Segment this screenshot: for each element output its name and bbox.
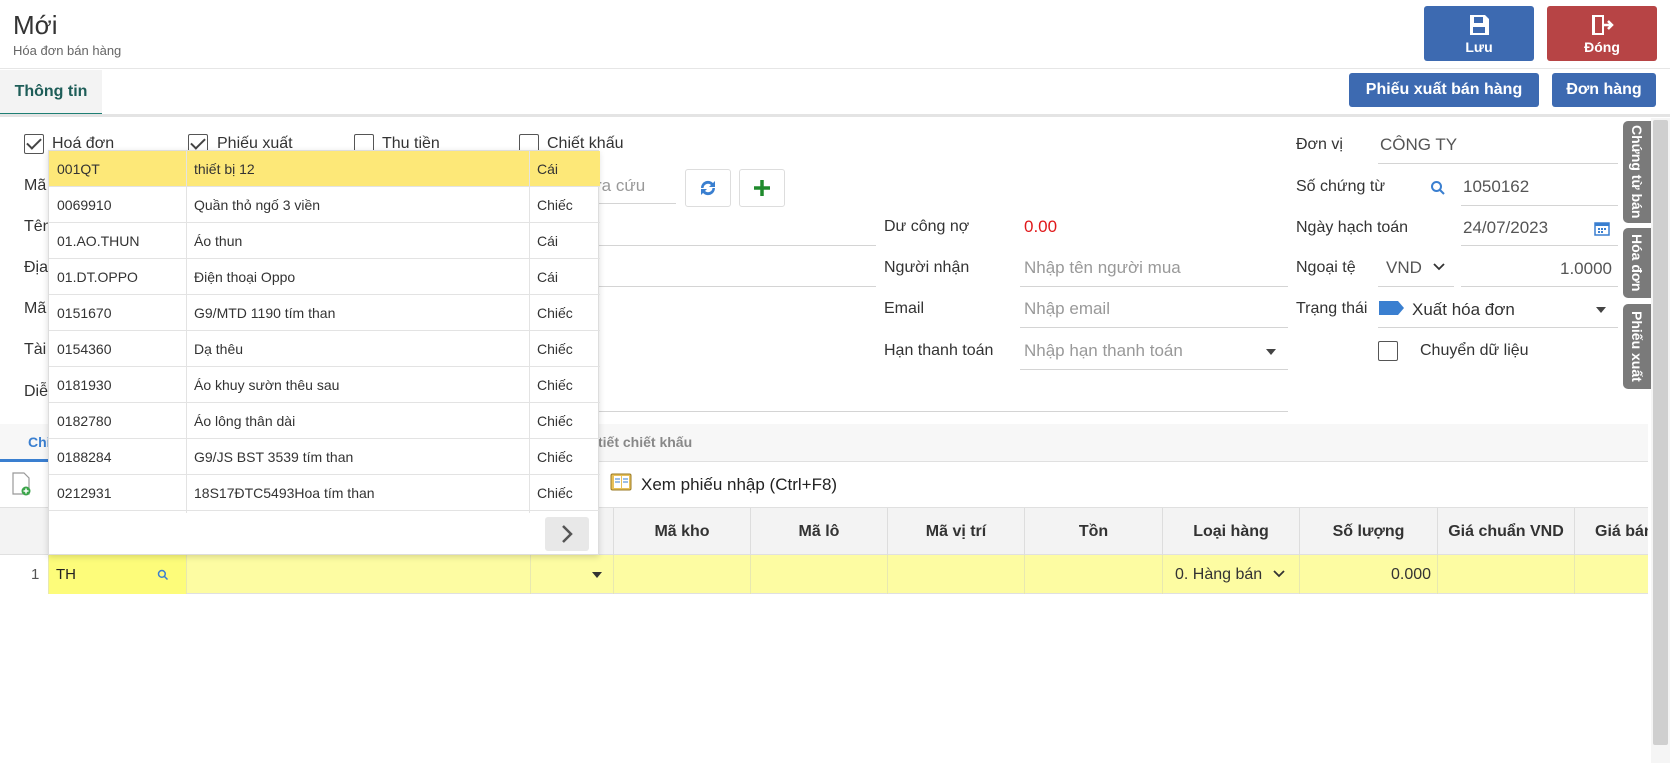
side-tab-phieu-xuat[interactable]: Phiếu xuất (1623, 304, 1651, 389)
list-item[interactable]: 0151670 G9/MTD 1190 tím than Chiếc (49, 295, 600, 331)
col-so-luong[interactable]: Số lượng (1299, 508, 1437, 556)
header-divider (0, 68, 1670, 69)
loai-hang-chevron-icon[interactable] (1273, 570, 1285, 578)
book-icon (610, 473, 632, 491)
ngoai-te-label: Ngoại tệ (1296, 259, 1356, 276)
loai-hang-select[interactable]: 0. Hàng bán (1175, 566, 1262, 584)
view-import-button[interactable]: Xem phiếu nhập (Ctrl+F8) (641, 475, 837, 495)
nguoi-nhan-input[interactable]: Nhập tên người mua (1024, 258, 1181, 278)
left-label-dia: Địa (24, 259, 49, 276)
ngay-hach-toan-value[interactable]: 24/07/2023 (1463, 218, 1548, 238)
lookup-placeholder[interactable]: ra cứu (596, 176, 645, 196)
don-vi-value[interactable]: CÔNG TY (1380, 135, 1457, 155)
item-code-input[interactable]: TH (56, 566, 76, 583)
list-item[interactable]: 0154360 Dạ thêu Chiếc (49, 331, 600, 367)
tab-chiet-khau[interactable]: tiết chiết khấu (598, 434, 692, 450)
col-ma-lo[interactable]: Mã lô (750, 508, 887, 556)
left-label-ma2: Mã (24, 300, 47, 317)
col-ma-kho[interactable]: Mã kho (613, 508, 750, 556)
list-item[interactable]: 0182780 Áo lông thân dài Chiếc (49, 403, 600, 439)
du-cong-no-value: 0.00 (1024, 217, 1058, 236)
tabbar-divider (0, 114, 1670, 117)
side-tab-hoa-don[interactable]: Hóa đơn (1623, 228, 1651, 298)
new-row-icon[interactable] (11, 472, 33, 496)
trang-thai-caret-icon[interactable] (1596, 307, 1606, 313)
email-label: Email (884, 300, 925, 317)
left-label-ma: Mã (24, 177, 47, 194)
ty-gia-value[interactable]: 1.0000 (1560, 259, 1612, 279)
list-item[interactable]: 001QT thiết bị 12 Cái (49, 151, 600, 187)
row-search-icon[interactable] (157, 569, 169, 581)
left-label-dien: Diễ (24, 383, 49, 400)
list-item[interactable]: 0212931 18S17ĐTC5493Hoa tím than Chiếc (49, 475, 600, 511)
chevron-right-icon (562, 525, 573, 543)
don-vi-label: Đơn vị (1296, 136, 1343, 153)
hoa-don-checkbox[interactable] (24, 134, 44, 154)
tag-icon (1379, 301, 1404, 315)
col-ma-vi-tri[interactable]: Mã vị trí (887, 508, 1024, 556)
col-gia-ban[interactable]: Giá bán (1574, 508, 1648, 556)
du-cong-no-label: Dư công nợ (884, 218, 970, 235)
add-button[interactable] (739, 169, 785, 207)
exit-icon (1592, 14, 1614, 35)
save-label: Lưu (1465, 38, 1493, 55)
unit-caret-icon[interactable] (592, 572, 602, 578)
han-thanh-toan-caret-icon[interactable] (1266, 349, 1276, 355)
col-loai-hang[interactable]: Loại hàng (1162, 508, 1299, 556)
table-row[interactable]: 1 TH 0. Hàng bán 0.000 (0, 555, 1648, 594)
so-chung-tu-value[interactable]: 1050162 (1463, 177, 1529, 197)
list-item[interactable]: 0181930 Áo khuy sườn thêu sau Chiếc (49, 367, 600, 403)
plus-icon (754, 180, 770, 196)
save-icon (1470, 14, 1489, 35)
email-input[interactable]: Nhập email (1024, 299, 1110, 319)
page-subtitle: Hóa đơn bán hàng (13, 43, 122, 58)
item-lookup-dropdown[interactable]: 001QT thiết bị 12 Cái 0069910 Quần thỏ ngố … (48, 150, 600, 555)
trang-thai-label: Trạng thái (1296, 300, 1368, 317)
tab-thong-tin[interactable]: Thông tin (0, 70, 102, 116)
han-thanh-toan-label: Hạn thanh toán (884, 342, 994, 359)
so-luong-value[interactable]: 0.000 (1391, 566, 1431, 584)
col-gia-chuan-vnd[interactable]: Giá chuẩn VND (1437, 508, 1574, 556)
next-page-button[interactable] (545, 517, 589, 551)
left-label-tai: Tài (24, 341, 47, 358)
ngay-hach-toan-label: Ngày hạch toán (1296, 219, 1409, 236)
don-hang-button[interactable]: Đơn hàng (1552, 73, 1656, 107)
col-ton[interactable]: Tồn (1024, 508, 1162, 556)
side-tab-chung-tu-ban[interactable]: Chứng từ bán (1623, 121, 1651, 223)
close-button[interactable]: Đóng (1547, 6, 1657, 61)
row-index: 1 (31, 566, 40, 583)
so-chung-tu-label: Số chứng từ (1296, 178, 1386, 195)
refresh-button[interactable] (685, 169, 731, 207)
save-button[interactable]: Lưu (1424, 6, 1534, 61)
chevron-down-icon[interactable] (1433, 263, 1445, 271)
chuyen-du-lieu-label: Chuyển dữ liệu (1420, 342, 1529, 359)
list-item[interactable]: 01.DT.OPPO Điện thoại Oppo Cái (49, 259, 600, 295)
scrollbar-thumb[interactable] (1653, 120, 1668, 745)
han-thanh-toan-input[interactable]: Nhập hạn thanh toán (1024, 341, 1183, 361)
list-item[interactable]: 01.AO.THUN Áo thun Cái (49, 223, 600, 259)
search-icon[interactable] (1430, 180, 1446, 196)
refresh-icon (700, 180, 716, 196)
chuyen-du-lieu-checkbox[interactable] (1378, 341, 1398, 361)
list-item[interactable]: 0069910 Quần thỏ ngố 3 viền Chiếc (49, 187, 600, 223)
calendar-icon[interactable] (1594, 220, 1610, 236)
page-title: Mới (13, 10, 58, 40)
ngoai-te-select[interactable]: VND (1386, 258, 1422, 278)
trang-thai-select[interactable]: Xuất hóa đơn (1412, 300, 1515, 320)
list-item[interactable]: 0188284 G9/JS BST 3539 tím than Chiếc (49, 439, 600, 475)
nguoi-nhan-label: Người nhận (884, 259, 970, 276)
phieu-xuat-ban-hang-button[interactable]: Phiếu xuất bán hàng (1349, 73, 1539, 107)
close-label: Đóng (1584, 38, 1620, 55)
